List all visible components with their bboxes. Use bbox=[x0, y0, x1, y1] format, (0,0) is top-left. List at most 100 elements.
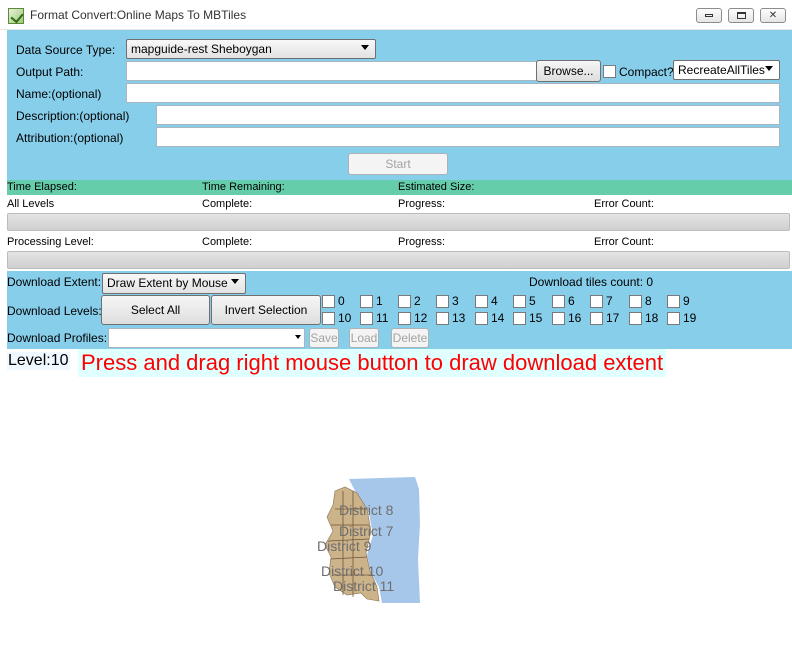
tile-mode-select[interactable]: RecreateAllTiles bbox=[673, 60, 780, 80]
download-extent-label: Download Extent: bbox=[7, 275, 102, 289]
chevron-down-icon bbox=[361, 45, 369, 50]
compact-label: Compact? bbox=[619, 65, 674, 79]
level-checkbox-6[interactable] bbox=[552, 295, 565, 308]
level-checkbox-17[interactable] bbox=[590, 312, 603, 325]
level-checkbox-19[interactable] bbox=[667, 312, 680, 325]
level-checkbox-16[interactable] bbox=[552, 312, 565, 325]
level-checkbox-label: 9 bbox=[683, 294, 690, 308]
start-button[interactable]: Start bbox=[348, 153, 448, 175]
download-profiles-select[interactable] bbox=[108, 328, 305, 348]
level-checkbox-label: 11 bbox=[376, 311, 389, 325]
district-label: District 8 bbox=[339, 502, 394, 518]
processing-progress-label: Progress: bbox=[398, 236, 446, 248]
level-checkbox-label: 18 bbox=[645, 311, 659, 325]
level-checkbox-7[interactable] bbox=[590, 295, 603, 308]
level-checkbox-13[interactable] bbox=[436, 312, 449, 325]
level-checkbox-14[interactable] bbox=[475, 312, 488, 325]
level-checkbox-18[interactable] bbox=[629, 312, 642, 325]
level-checkbox-label: 5 bbox=[529, 294, 536, 308]
level-checkbox-label: 7 bbox=[606, 294, 613, 308]
output-path-field[interactable] bbox=[126, 61, 537, 81]
level-checkbox-9[interactable] bbox=[667, 295, 680, 308]
app-icon bbox=[8, 8, 24, 24]
zoom-level-label: Level:10 bbox=[7, 352, 70, 370]
tile-mode-value: RecreateAllTiles bbox=[678, 63, 765, 77]
invert-selection-button[interactable]: Invert Selection bbox=[211, 295, 321, 325]
level-checkbox-10[interactable] bbox=[322, 312, 335, 325]
delete-profile-button[interactable]: Delete bbox=[391, 328, 429, 348]
estimated-size-label: Estimated Size: bbox=[398, 181, 475, 193]
level-checkbox-8[interactable] bbox=[629, 295, 642, 308]
level-checkbox-15[interactable] bbox=[513, 312, 526, 325]
level-checkbox-12[interactable] bbox=[398, 312, 411, 325]
district-label: District 10 bbox=[321, 563, 383, 579]
level-checkbox-5[interactable] bbox=[513, 295, 526, 308]
level-checkbox-label: 15 bbox=[529, 311, 543, 325]
browse-button[interactable]: Browse... bbox=[536, 60, 601, 82]
data-source-label: Data Source Type: bbox=[16, 43, 116, 57]
download-tiles-count: Download tiles count: 0 bbox=[529, 275, 654, 289]
compact-checkbox[interactable] bbox=[603, 65, 616, 78]
level-checkbox-label: 4 bbox=[491, 294, 498, 308]
level-checkbox-11[interactable] bbox=[360, 312, 373, 325]
level-checkbox-label: 0 bbox=[338, 294, 345, 308]
all-levels-complete-label: Complete: bbox=[202, 198, 253, 210]
app-window: Format Convert:Online Maps To MBTiles ✕ … bbox=[0, 0, 792, 668]
chevron-down-icon bbox=[295, 335, 301, 339]
all-levels-label: All Levels bbox=[7, 198, 55, 210]
map-view[interactable]: Level:10 Press and drag right mouse butt… bbox=[7, 349, 792, 668]
map-canvas[interactable]: District 8 District 7 District 9 Distric… bbox=[287, 469, 457, 609]
description-field[interactable] bbox=[156, 105, 780, 125]
window-title: Format Convert:Online Maps To MBTiles bbox=[30, 8, 247, 22]
level-checkbox-label: 2 bbox=[414, 294, 421, 308]
maximize-icon bbox=[736, 12, 746, 19]
level-checkbox-0[interactable] bbox=[322, 295, 335, 308]
level-checkbox-label: 12 bbox=[414, 311, 428, 325]
attribution-field[interactable] bbox=[156, 127, 780, 147]
level-checkbox-label: 10 bbox=[338, 311, 352, 325]
level-checkbox-label: 13 bbox=[452, 311, 466, 325]
all-levels-progress-label: Progress: bbox=[398, 198, 446, 210]
load-profile-button[interactable]: Load bbox=[349, 328, 379, 348]
minimize-button[interactable] bbox=[696, 8, 722, 23]
minimize-icon bbox=[705, 14, 713, 17]
level-checkbox-1[interactable] bbox=[360, 295, 373, 308]
title-bar: Format Convert:Online Maps To MBTiles ✕ bbox=[0, 0, 792, 30]
level-checkbox-label: 3 bbox=[452, 294, 459, 308]
save-profile-button[interactable]: Save bbox=[309, 328, 339, 348]
close-button[interactable]: ✕ bbox=[760, 8, 786, 23]
config-panel: Data Source Type: mapguide-rest Sheboyga… bbox=[7, 30, 792, 180]
maximize-button[interactable] bbox=[728, 8, 754, 23]
chevron-down-icon bbox=[231, 279, 239, 284]
status-strip: Time Elapsed: Time Remaining: Estimated … bbox=[7, 180, 792, 195]
name-label: Name:(optional) bbox=[16, 87, 102, 101]
attribution-label: Attribution:(optional) bbox=[16, 131, 124, 145]
time-remaining-label: Time Remaining: bbox=[202, 181, 285, 193]
download-extent-value: Draw Extent by Mouse bbox=[107, 276, 228, 290]
description-label: Description:(optional) bbox=[16, 109, 130, 123]
draw-extent-hint: Press and drag right mouse button to dra… bbox=[78, 349, 667, 377]
download-extent-select[interactable]: Draw Extent by Mouse bbox=[102, 273, 246, 294]
download-options-panel: Download Extent: Draw Extent by Mouse Do… bbox=[7, 271, 792, 349]
level-checkbox-4[interactable] bbox=[475, 295, 488, 308]
level-checkbox-label: 19 bbox=[683, 311, 697, 325]
level-checkbox-label: 6 bbox=[568, 294, 575, 308]
name-field[interactable] bbox=[126, 83, 780, 103]
data-source-select[interactable]: mapguide-rest Sheboygan bbox=[126, 39, 376, 59]
all-levels-error-count-label: Error Count: bbox=[594, 198, 654, 210]
processing-level-label: Processing Level: bbox=[7, 236, 94, 248]
level-checkbox-label: 8 bbox=[645, 294, 652, 308]
download-levels-label: Download Levels: bbox=[7, 304, 102, 318]
level-checkbox-2[interactable] bbox=[398, 295, 411, 308]
output-path-label: Output Path: bbox=[16, 65, 84, 79]
chevron-down-icon bbox=[765, 66, 773, 71]
processing-level-progress-bar bbox=[7, 251, 790, 269]
level-checkbox-3[interactable] bbox=[436, 295, 449, 308]
level-checkbox-label: 16 bbox=[568, 311, 582, 325]
level-checkbox-label: 17 bbox=[606, 311, 620, 325]
all-levels-progress-bar bbox=[7, 213, 790, 231]
time-elapsed-label: Time Elapsed: bbox=[7, 181, 77, 193]
select-all-button[interactable]: Select All bbox=[101, 295, 210, 325]
level-checkbox-label: 1 bbox=[376, 294, 383, 308]
district-label: District 11 bbox=[333, 578, 394, 594]
